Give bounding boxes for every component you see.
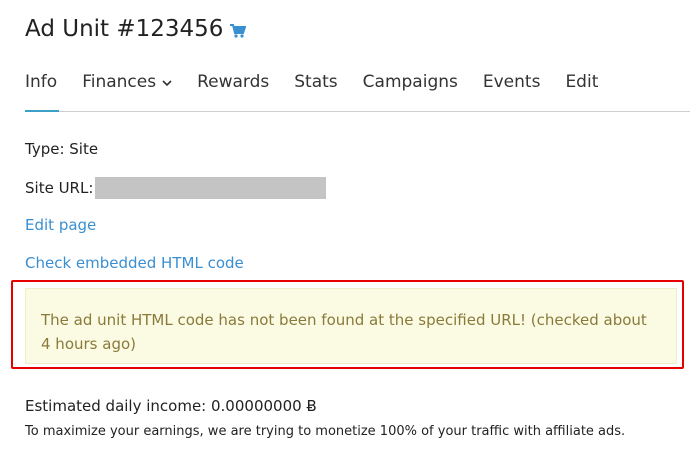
site-url-redacted (95, 177, 327, 199)
site-url-row: Site URL: (25, 177, 327, 199)
tab-bar: Info Finances Rewards Stats Campaigns Ev… (25, 72, 690, 92)
tab-finances-label: Finances (82, 72, 157, 92)
edit-page-link[interactable]: Edit page (25, 216, 96, 234)
page-title-text: Ad Unit #123456 (25, 16, 224, 42)
tab-events[interactable]: Events (483, 72, 541, 92)
site-url-label: Site URL: (25, 179, 94, 197)
type-row: Type: Site (25, 140, 99, 158)
tab-stats[interactable]: Stats (294, 72, 337, 92)
tab-divider (25, 111, 690, 112)
chevron-down-icon (162, 72, 172, 92)
tab-rewards[interactable]: Rewards (197, 72, 269, 92)
warning-message: The ad unit HTML code has not been found… (41, 311, 647, 353)
check-html-code-link[interactable]: Check embedded HTML code (25, 254, 244, 272)
estimated-income-text: Estimated daily income: 0.00000000 (25, 397, 302, 415)
estimated-income: Estimated daily income: 0.00000000 Ƀ (25, 397, 317, 415)
shopping-cart-icon[interactable] (230, 18, 247, 44)
tab-edit[interactable]: Edit (565, 72, 598, 92)
warning-alert: The ad unit HTML code has not been found… (25, 288, 677, 364)
page-title: Ad Unit #123456 (25, 14, 247, 44)
bitcoin-symbol: Ƀ (306, 397, 317, 415)
tab-campaigns[interactable]: Campaigns (363, 72, 458, 92)
active-tab-indicator (25, 110, 59, 112)
tab-info[interactable]: Info (25, 72, 57, 92)
tab-finances[interactable]: Finances (82, 72, 172, 92)
monetize-note: To maximize your earnings, we are trying… (25, 424, 626, 439)
